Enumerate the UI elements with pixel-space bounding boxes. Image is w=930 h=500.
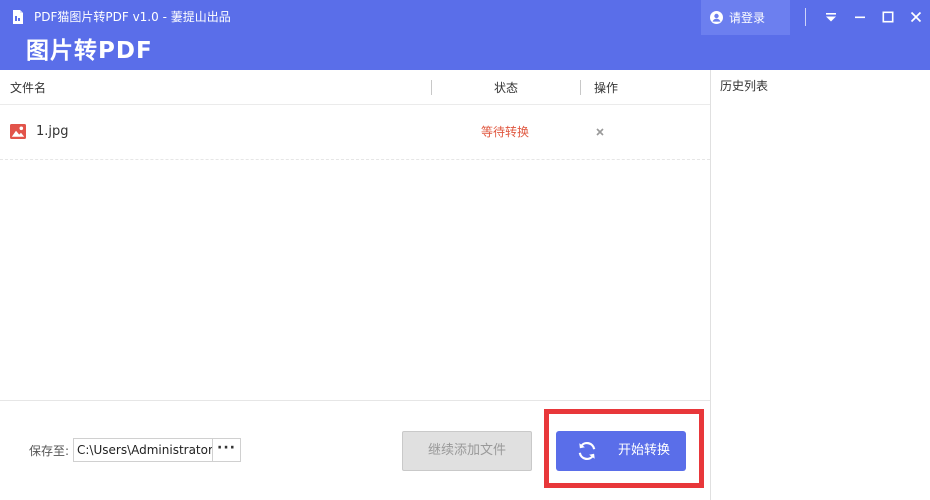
file-name: 1.jpg: [36, 124, 69, 139]
column-separator: [580, 80, 581, 95]
file-table-header: 文件名 状态 操作: [0, 70, 710, 105]
bottom-toolbar: 保存至: C:\Users\Administrator ··· 继续添加文件 开…: [0, 400, 710, 500]
start-convert-button[interactable]: 开始转换: [556, 431, 686, 471]
login-button[interactable]: 请登录: [701, 0, 790, 35]
window-title: PDF猫图片转PDF v1.0 - 萋提山出品: [34, 10, 231, 24]
file-status: 等待转换: [481, 125, 530, 139]
maximize-button[interactable]: [878, 7, 898, 27]
save-path-label: 保存至:: [29, 444, 70, 458]
user-icon: [710, 11, 723, 24]
app-title: 图片转PDF: [26, 38, 153, 64]
column-header-status: 状态: [494, 81, 519, 95]
close-window-button[interactable]: [906, 7, 926, 27]
history-title: 历史列表: [720, 79, 769, 93]
add-more-files-button[interactable]: 继续添加文件: [402, 431, 532, 471]
app-window: PDF猫图片转PDF v1.0 - 萋提山出品 图片转PDF 请登录 文件名 状…: [0, 0, 930, 500]
dropdown-menu-button[interactable]: [821, 7, 841, 27]
close-icon[interactable]: [594, 126, 606, 138]
image-file-icon: [10, 124, 26, 139]
maximize-icon: [882, 11, 894, 23]
browse-folder-button[interactable]: ···: [212, 439, 240, 461]
close-icon: [910, 11, 922, 23]
title-separator: [805, 8, 806, 26]
save-path-field[interactable]: C:\Users\Administrator ···: [73, 438, 241, 462]
title-bar: PDF猫图片转PDF v1.0 - 萋提山出品 图片转PDF 请登录: [0, 0, 930, 70]
login-label: 请登录: [729, 11, 766, 25]
column-header-action: 操作: [594, 81, 619, 95]
history-panel: 历史列表: [710, 70, 930, 500]
dropdown-menu-icon: [826, 13, 836, 22]
start-convert-label: 开始转换: [618, 443, 671, 458]
minimize-icon: [855, 16, 865, 19]
refresh-icon: [578, 441, 596, 461]
save-path-input[interactable]: C:\Users\Administrator: [77, 442, 212, 458]
column-header-filename: 文件名: [10, 81, 47, 95]
app-logo-icon: [13, 10, 23, 24]
column-separator: [431, 80, 432, 95]
table-row[interactable]: 1.jpg 等待转换: [0, 105, 710, 160]
minimize-button[interactable]: [850, 7, 870, 27]
